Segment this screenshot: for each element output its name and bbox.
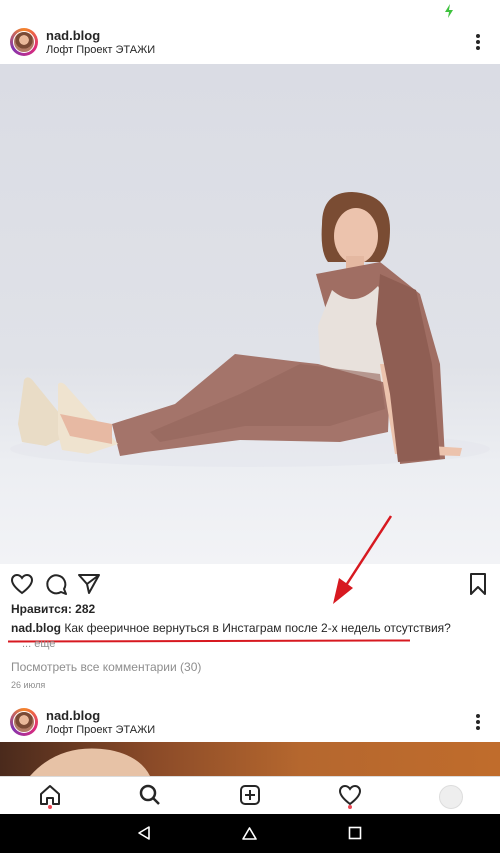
recents-icon[interactable] xyxy=(348,826,362,840)
android-nav-bar xyxy=(0,814,500,853)
battery-charging-icon xyxy=(445,4,453,18)
view-all-comments-link[interactable]: Посмотреть все комментарии (30) xyxy=(11,660,201,674)
post-caption: nad.blog Как фееричное вернуться в Инста… xyxy=(11,621,451,635)
add-post-icon[interactable] xyxy=(238,783,262,809)
search-icon[interactable] xyxy=(138,783,162,809)
annotation-arrow xyxy=(333,515,393,604)
next-photo-illustration xyxy=(30,748,150,776)
bookmark-icon[interactable] xyxy=(466,572,490,596)
likes-count[interactable]: Нравится: 282 xyxy=(11,602,95,616)
caption-more-link[interactable]: ... еще xyxy=(22,638,55,650)
next-post-location[interactable]: Лофт Проект ЭТАЖИ xyxy=(46,724,155,736)
more-options-icon[interactable] xyxy=(475,714,481,732)
back-icon[interactable] xyxy=(136,825,152,841)
share-icon[interactable] xyxy=(77,572,101,596)
post-photo[interactable] xyxy=(0,64,500,564)
avatar[interactable] xyxy=(10,28,38,56)
next-post-header: nad.blog Лофт Проект ЭТАЖИ xyxy=(0,704,500,744)
avatar[interactable] xyxy=(10,708,38,736)
woman-photo-illustration xyxy=(10,192,490,467)
post-date: 26 июля xyxy=(11,680,46,690)
caption-username[interactable]: nad.blog xyxy=(11,621,61,635)
next-post-username[interactable]: nad.blog xyxy=(46,708,100,723)
caption-text: Как фееричное вернуться в Инстаграм посл… xyxy=(64,621,451,635)
profile-icon[interactable] xyxy=(439,785,463,809)
post-header: nad.blog Лофт Проект ЭТАЖИ xyxy=(0,24,500,64)
annotation-underline xyxy=(7,639,411,643)
post-username[interactable]: nad.blog xyxy=(46,28,100,43)
next-post-photo[interactable] xyxy=(0,742,500,776)
bottom-tab-bar xyxy=(0,776,500,815)
post-actions xyxy=(0,568,500,598)
comment-icon[interactable] xyxy=(44,572,68,596)
notification-dot xyxy=(48,805,52,809)
home-nav-icon[interactable] xyxy=(241,825,258,841)
notification-dot xyxy=(348,805,352,809)
post-location[interactable]: Лофт Проект ЭТАЖИ xyxy=(46,44,155,56)
heart-icon[interactable] xyxy=(10,572,34,596)
status-bar xyxy=(0,0,500,22)
more-options-icon[interactable] xyxy=(475,34,481,52)
